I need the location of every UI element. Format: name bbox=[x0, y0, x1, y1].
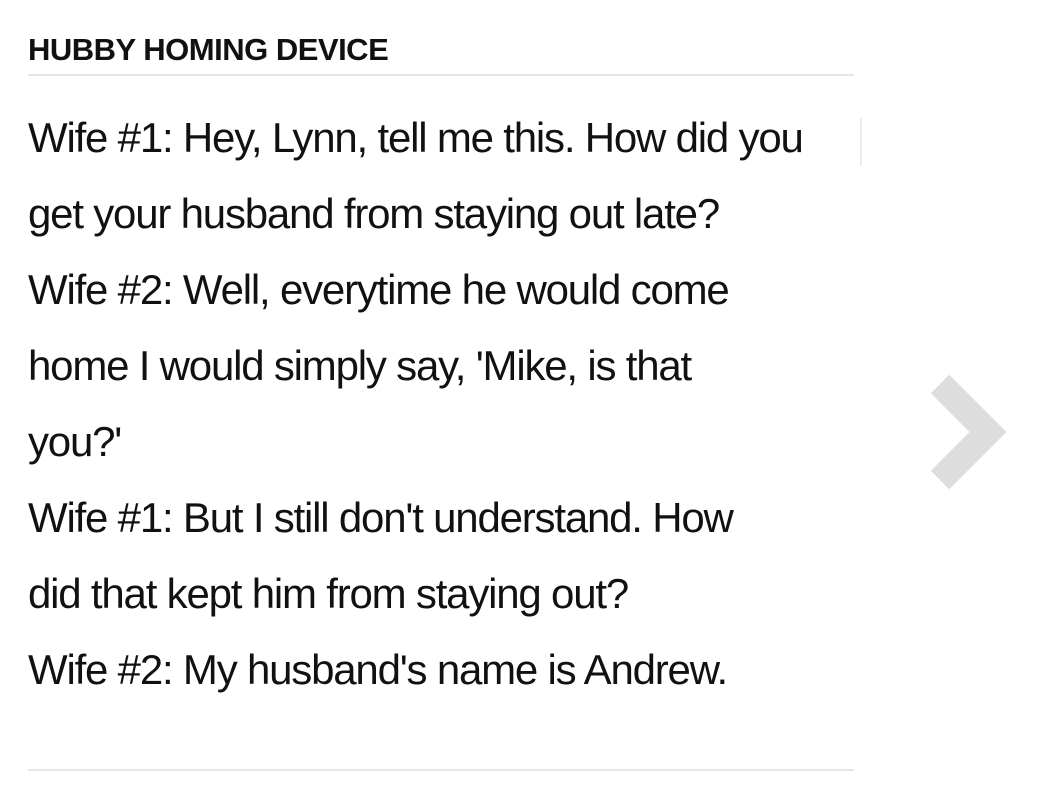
joke-line: Wife #1: Hey, Lynn, tell me this. How di… bbox=[28, 114, 804, 161]
page-title: HUBBY HOMING DEVICE bbox=[28, 32, 389, 67]
joke-line: Wife #1: But I still don't understand. H… bbox=[28, 494, 734, 541]
joke-line: did that kept him from staying out? bbox=[28, 570, 629, 617]
chevron-right-icon bbox=[918, 370, 1014, 494]
joke-line: Wife #2: Well, everytime he would come bbox=[28, 266, 730, 313]
text-cursor bbox=[860, 118, 862, 166]
joke-body: Wife #1: Hey, Lynn, tell me this. How di… bbox=[28, 100, 854, 708]
joke-line: get your husband from staying out late? bbox=[28, 190, 720, 237]
joke-line: home I would simply say, 'Mike, is that bbox=[28, 342, 692, 389]
bottom-divider bbox=[28, 769, 854, 771]
title-divider bbox=[28, 74, 854, 76]
next-joke-button[interactable] bbox=[918, 370, 1014, 494]
joke-line: Wife #2: My husband's name is Andrew. bbox=[28, 646, 728, 693]
joke-article: HUBBY HOMING DEVICE Wife #1: Hey, Lynn, … bbox=[28, 30, 854, 708]
joke-line: you?' bbox=[28, 418, 122, 465]
